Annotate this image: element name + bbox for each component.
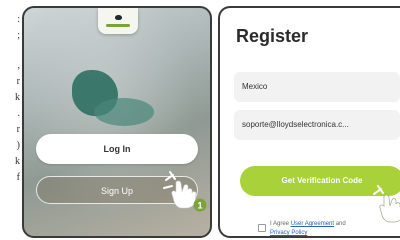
doc-char: k — [15, 156, 20, 167]
agree-prefix: I Agree — [270, 221, 291, 227]
email-field[interactable]: soporte@lloydselectronica.c... — [234, 110, 400, 140]
step-number-1: 1 — [197, 201, 202, 211]
page-title: Register — [236, 26, 309, 46]
country-field[interactable]: Mexico — [234, 72, 400, 102]
logo-wordmark — [106, 24, 130, 27]
doc-char: r — [16, 124, 20, 135]
doc-char: . — [17, 108, 21, 119]
document-text-fragment: : ; , r k . r ) k f — [0, 0, 22, 240]
agreement-text: I Agree User Agreement and Privacy Polic… — [256, 220, 400, 236]
login-button[interactable]: Log In — [36, 134, 198, 164]
phone-welcome-screen: Log In Sign Up 1 — [22, 6, 212, 238]
tap-hand-icon: 1 — [163, 171, 207, 212]
app-logo — [98, 8, 138, 34]
doc-char: k — [15, 92, 20, 103]
agree-and: and — [334, 221, 346, 227]
doc-char: r — [16, 76, 20, 87]
doc-char: ) — [16, 140, 20, 151]
logo-icon — [115, 15, 122, 20]
privacy-policy-link[interactable]: Privacy Policy — [270, 230, 307, 236]
doc-char: ; — [17, 30, 20, 41]
doc-char: f — [16, 172, 20, 183]
user-agreement-link[interactable]: User Agreement — [291, 221, 334, 227]
phone-register-screen: Register Mexico soporte@lloydselectronic… — [218, 6, 400, 238]
background-figure-shadow — [94, 98, 154, 126]
doc-char: : — [17, 14, 20, 25]
doc-char: , — [17, 60, 21, 71]
